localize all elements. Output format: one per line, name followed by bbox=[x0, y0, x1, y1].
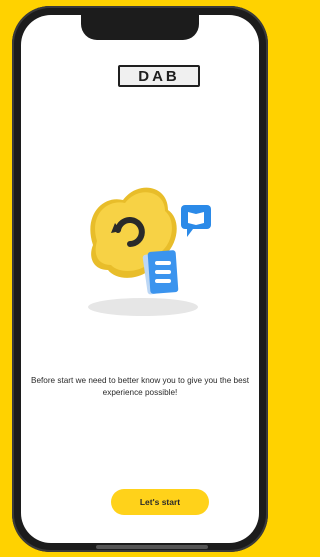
onboarding-illustration bbox=[88, 187, 211, 316]
phone-frame: DAB Before start we need to better know … bbox=[12, 6, 268, 552]
onboarding-message: Before start we need to better know you … bbox=[30, 376, 249, 397]
lets-start-button[interactable]: Let's start bbox=[111, 489, 209, 515]
chat-book-icon bbox=[181, 205, 211, 237]
illustration-shadow bbox=[88, 298, 198, 316]
home-indicator bbox=[96, 545, 208, 549]
dab-logo: DAB bbox=[118, 65, 200, 87]
app-screen: DAB Before start we need to better know … bbox=[21, 15, 259, 543]
phone-notch bbox=[81, 15, 199, 40]
document-icon bbox=[142, 250, 179, 295]
